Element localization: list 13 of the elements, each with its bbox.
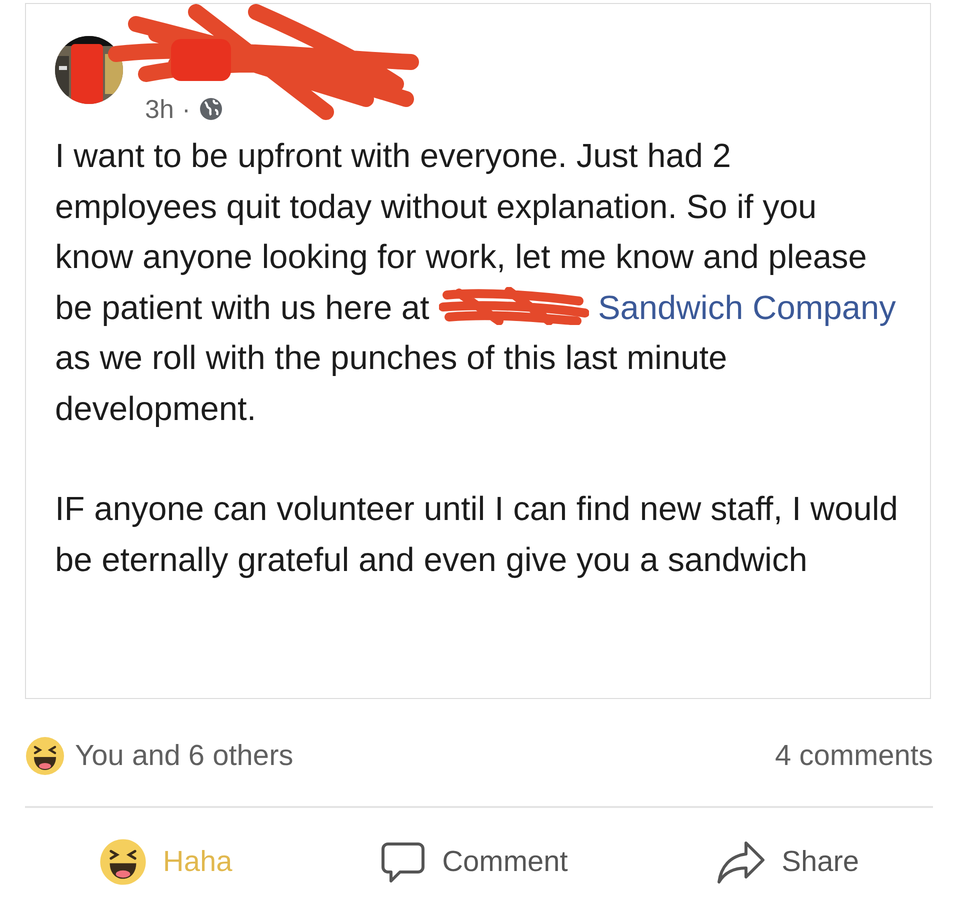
- post-time: 3h: [145, 94, 174, 124]
- laughing-emoji-icon: [98, 838, 147, 886]
- reaction-summary[interactable]: You and 6 others: [75, 740, 294, 772]
- comment-count[interactable]: 4 comments: [775, 740, 933, 772]
- share-button[interactable]: Share: [706, 833, 870, 891]
- company-link[interactable]: Sandwich Company: [598, 290, 896, 326]
- comment-button[interactable]: Comment: [370, 833, 578, 891]
- share-arrow-icon: [716, 839, 766, 885]
- laughing-emoji-icon: [25, 736, 65, 776]
- globe-icon: [198, 97, 223, 121]
- separator-dot: ·: [182, 94, 191, 124]
- post-text: IF anyone can volunteer until I can find new staff, I would be eternally grateful and even give you a sandwich: [55, 490, 899, 580]
- post-text: I want to be upfront with everyone. Just had 2 employees quit today without explanation. So if you know anyone looking for work, let me know and please be patient with us here at Sandwich Company as we roll with the punches of this last minute development.: [55, 137, 897, 430]
